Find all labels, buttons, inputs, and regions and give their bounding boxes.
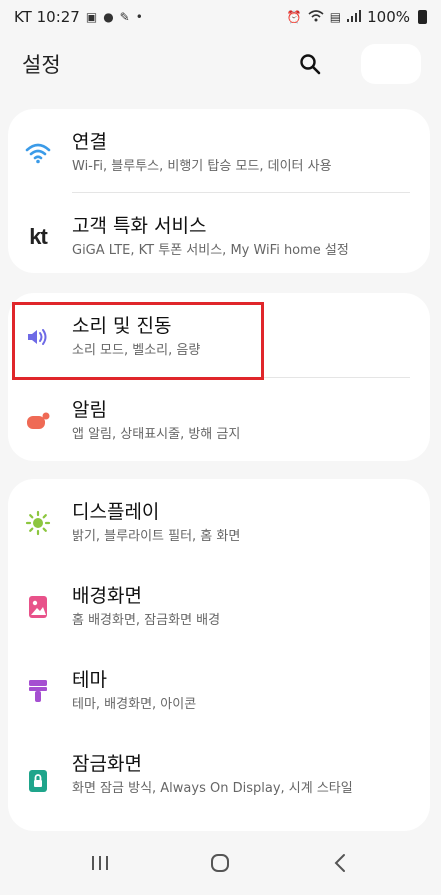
back-button[interactable] <box>311 838 371 888</box>
status-right: ⏰ ▤ 100% <box>287 8 427 26</box>
settings-item-notifications[interactable]: 알림 앱 알림, 상태표시줄, 방해 금지 <box>8 377 430 461</box>
wallpaper-icon <box>18 587 58 627</box>
settings-item-lock-screen[interactable]: 잠금화면 화면 잠금 방식, Always On Display, 시계 스타일 <box>8 731 430 831</box>
navigation-bar <box>0 831 441 895</box>
item-title: 소리 및 진동 <box>72 315 172 337</box>
signal-icon <box>347 9 362 25</box>
theme-brush-icon <box>18 671 58 711</box>
pen-notification-icon: ✎ <box>119 10 130 24</box>
item-title: 디스플레이 <box>72 501 160 523</box>
recent-apps-icon <box>92 856 109 870</box>
home-icon <box>211 854 230 872</box>
item-title: 배경화면 <box>72 585 142 607</box>
item-title: 알림 <box>72 399 107 421</box>
battery-icon <box>418 10 427 24</box>
item-subtitle: 앱 알림, 상태표시줄, 방해 금지 <box>72 427 241 442</box>
battery-percent: 100% <box>367 8 410 26</box>
settings-item-sound-vibration[interactable]: 소리 및 진동 소리 모드, 벨소리, 음량 <box>8 293 430 377</box>
brightness-icon <box>18 503 58 543</box>
item-title: 고객 특화 서비스 <box>72 215 207 237</box>
item-subtitle: 소리 모드, 벨소리, 음량 <box>72 343 201 358</box>
search-button[interactable] <box>295 49 325 79</box>
lock-icon <box>18 761 58 801</box>
item-title: 연결 <box>72 131 107 153</box>
settings-group-2: 소리 및 진동 소리 모드, 벨소리, 음량 알림 앱 알림, 상태표시줄, 방… <box>8 293 430 461</box>
item-title: 테마 <box>72 669 107 691</box>
settings-group-3: 디스플레이 밝기, 블루라이트 필터, 홈 화면 배경화면 홈 배경화면, 잠금… <box>8 479 430 831</box>
profile-avatar[interactable] <box>361 44 421 84</box>
back-icon <box>334 854 345 872</box>
status-bar: KT 10:27 ▣ ● ✎ • ⏰ ▤ 100% <box>0 0 441 34</box>
item-subtitle: 테마, 배경화면, 아이콘 <box>72 697 197 712</box>
item-subtitle: 밝기, 블루라이트 필터, 홈 화면 <box>72 529 241 544</box>
speaker-icon <box>18 317 58 357</box>
page-title: 설정 <box>22 53 61 77</box>
item-title: 잠금화면 <box>72 753 142 775</box>
status-left: KT 10:27 ▣ ● ✎ • <box>14 8 143 26</box>
alarm-icon: ⏰ <box>286 10 302 24</box>
message-notification-icon: ● <box>103 10 114 24</box>
gallery-notification-icon: ▣ <box>85 10 98 24</box>
settings-item-theme[interactable]: 테마 테마, 배경화면, 아이콘 <box>8 647 430 731</box>
carrier-time: KT 10:27 <box>14 8 80 26</box>
item-subtitle: GiGA LTE, KT 투폰 서비스, My WiFi home 설정 <box>72 243 349 258</box>
settings-item-display[interactable]: 디스플레이 밝기, 블루라이트 필터, 홈 화면 <box>8 479 430 563</box>
wifi-status-icon <box>308 9 324 25</box>
settings-group-1: 연결 Wi-Fi, 블루투스, 비행기 탑승 모드, 데이터 사용 kt 고객 … <box>8 109 430 273</box>
volte-icon: ▤ <box>329 10 342 24</box>
item-subtitle: 홈 배경화면, 잠금화면 배경 <box>72 613 221 628</box>
kt-logo-icon: kt <box>29 224 48 249</box>
home-button[interactable] <box>190 838 250 888</box>
notification-icon <box>18 401 58 441</box>
item-subtitle: 화면 잠금 방식, Always On Display, 시계 스타일 <box>72 781 353 796</box>
item-subtitle: Wi-Fi, 블루투스, 비행기 탑승 모드, 데이터 사용 <box>72 159 332 174</box>
header: 설정 <box>0 34 441 94</box>
settings-item-connections[interactable]: 연결 Wi-Fi, 블루투스, 비행기 탑승 모드, 데이터 사용 <box>8 109 430 193</box>
recent-apps-button[interactable] <box>70 838 130 888</box>
settings-item-wallpaper[interactable]: 배경화면 홈 배경화면, 잠금화면 배경 <box>8 563 430 647</box>
wifi-icon <box>18 133 58 173</box>
settings-item-customer-service[interactable]: kt 고객 특화 서비스 GiGA LTE, KT 투폰 서비스, My WiF… <box>8 193 430 277</box>
search-icon <box>300 54 321 75</box>
more-notifications-icon: • <box>135 10 143 24</box>
